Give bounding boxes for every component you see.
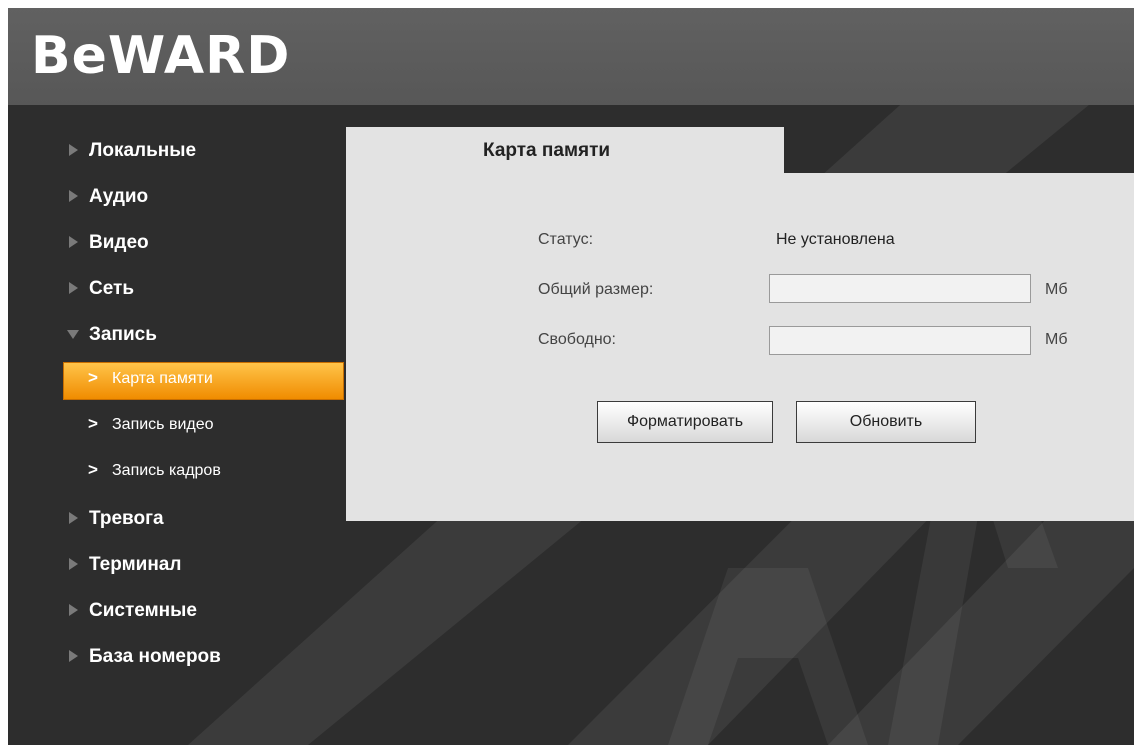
chevron-right-icon: > — [88, 414, 98, 433]
free-space-field[interactable] — [769, 326, 1031, 355]
sidebar-item-label: Терминал — [89, 554, 182, 575]
chevron-right-icon: > — [88, 460, 98, 479]
free-space-label: Свободно: — [538, 331, 616, 348]
free-space-unit: Мб — [1045, 331, 1068, 348]
sidebar-item-label: База номеров — [89, 646, 221, 667]
app-frame: BeWARD Локальные Аудио Видео Сеть Запись… — [8, 8, 1134, 745]
sidebar-item-label: Тревога — [89, 508, 164, 529]
sidebar-subitem-label: Карта памяти — [112, 370, 213, 387]
total-size-field[interactable] — [769, 274, 1031, 303]
sidebar-item-terminal[interactable]: Терминал — [8, 542, 344, 588]
sidebar-item-label: Сеть — [89, 278, 135, 299]
header-bar: BeWARD — [8, 8, 1134, 105]
sidebar-item-recording[interactable]: Запись — [8, 312, 344, 358]
sidebar-item-alarm[interactable]: Тревога — [8, 496, 344, 542]
triangle-right-icon — [69, 512, 78, 524]
sidebar-item-number-database[interactable]: База номеров — [8, 634, 344, 680]
total-size-label: Общий размер: — [538, 281, 654, 298]
sidebar-item-system[interactable]: Системные — [8, 588, 344, 634]
triangle-right-icon — [69, 558, 78, 570]
sidebar-subitem-memory-card[interactable]: > Карта памяти — [8, 358, 344, 404]
triangle-right-icon — [69, 282, 78, 294]
sidebar-item-label: Видео — [89, 232, 149, 253]
sidebar-item-label: Локальные — [89, 140, 197, 161]
sidebar-item-label: Системные — [89, 600, 197, 621]
tab-memory-card[interactable]: Карта памяти — [346, 127, 784, 173]
chevron-right-icon: > — [88, 368, 98, 387]
triangle-right-icon — [69, 190, 78, 202]
beward-logo: BeWARD — [31, 26, 291, 86]
sidebar-item-video[interactable]: Видео — [8, 220, 344, 266]
sidebar-subitem-label: Запись кадров — [112, 462, 221, 479]
format-button[interactable]: Форматировать — [597, 401, 773, 443]
triangle-right-icon — [69, 604, 78, 616]
total-size-unit: Мб — [1045, 281, 1068, 298]
sidebar-item-audio[interactable]: Аудио — [8, 174, 344, 220]
sidebar-item-network[interactable]: Сеть — [8, 266, 344, 312]
triangle-down-icon — [67, 330, 79, 339]
sidebar-subitem-label: Запись видео — [112, 416, 214, 433]
triangle-right-icon — [69, 236, 78, 248]
status-label: Статус: — [538, 231, 594, 248]
triangle-right-icon — [69, 144, 78, 156]
sidebar-item-local[interactable]: Локальные — [8, 128, 344, 174]
tab-title: Карта памяти — [483, 140, 611, 161]
sidebar-nav: Локальные Аудио Видео Сеть Запись > Карт… — [8, 128, 344, 680]
sidebar-subitem-frame-recording[interactable]: > Запись кадров — [8, 450, 344, 496]
sidebar-item-label: Аудио — [89, 186, 149, 207]
memory-card-panel: Статус: Не установлена Общий размер: Мб … — [346, 173, 1134, 521]
triangle-right-icon — [69, 650, 78, 662]
status-value: Не установлена — [776, 231, 895, 248]
sidebar-item-label: Запись — [89, 324, 157, 345]
sidebar-subitem-video-recording[interactable]: > Запись видео — [8, 404, 344, 450]
refresh-button[interactable]: Обновить — [796, 401, 976, 443]
